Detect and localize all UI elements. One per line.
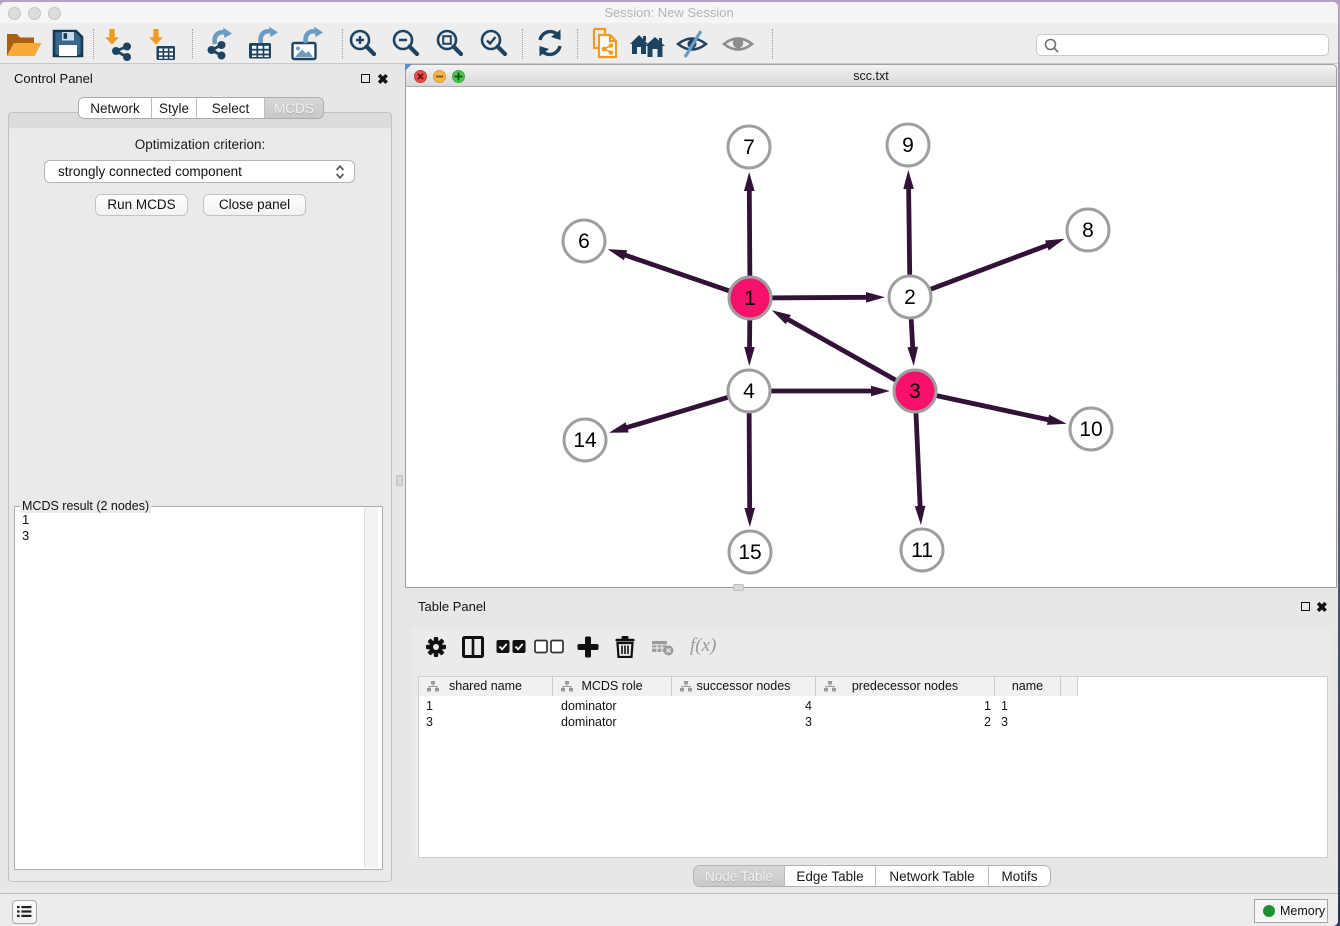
svg-text:3: 3 bbox=[909, 380, 921, 403]
svg-text:14: 14 bbox=[573, 429, 597, 452]
svg-text:7: 7 bbox=[743, 136, 755, 159]
svg-text:9: 9 bbox=[902, 134, 914, 157]
svg-text:8: 8 bbox=[1082, 219, 1094, 242]
svg-text:6: 6 bbox=[578, 230, 590, 253]
svg-text:10: 10 bbox=[1079, 418, 1102, 441]
svg-text:2: 2 bbox=[904, 286, 916, 309]
svg-text:11: 11 bbox=[911, 539, 933, 562]
svg-text:15: 15 bbox=[738, 541, 761, 564]
svg-text:4: 4 bbox=[743, 380, 755, 403]
svg-text:1: 1 bbox=[744, 287, 756, 310]
